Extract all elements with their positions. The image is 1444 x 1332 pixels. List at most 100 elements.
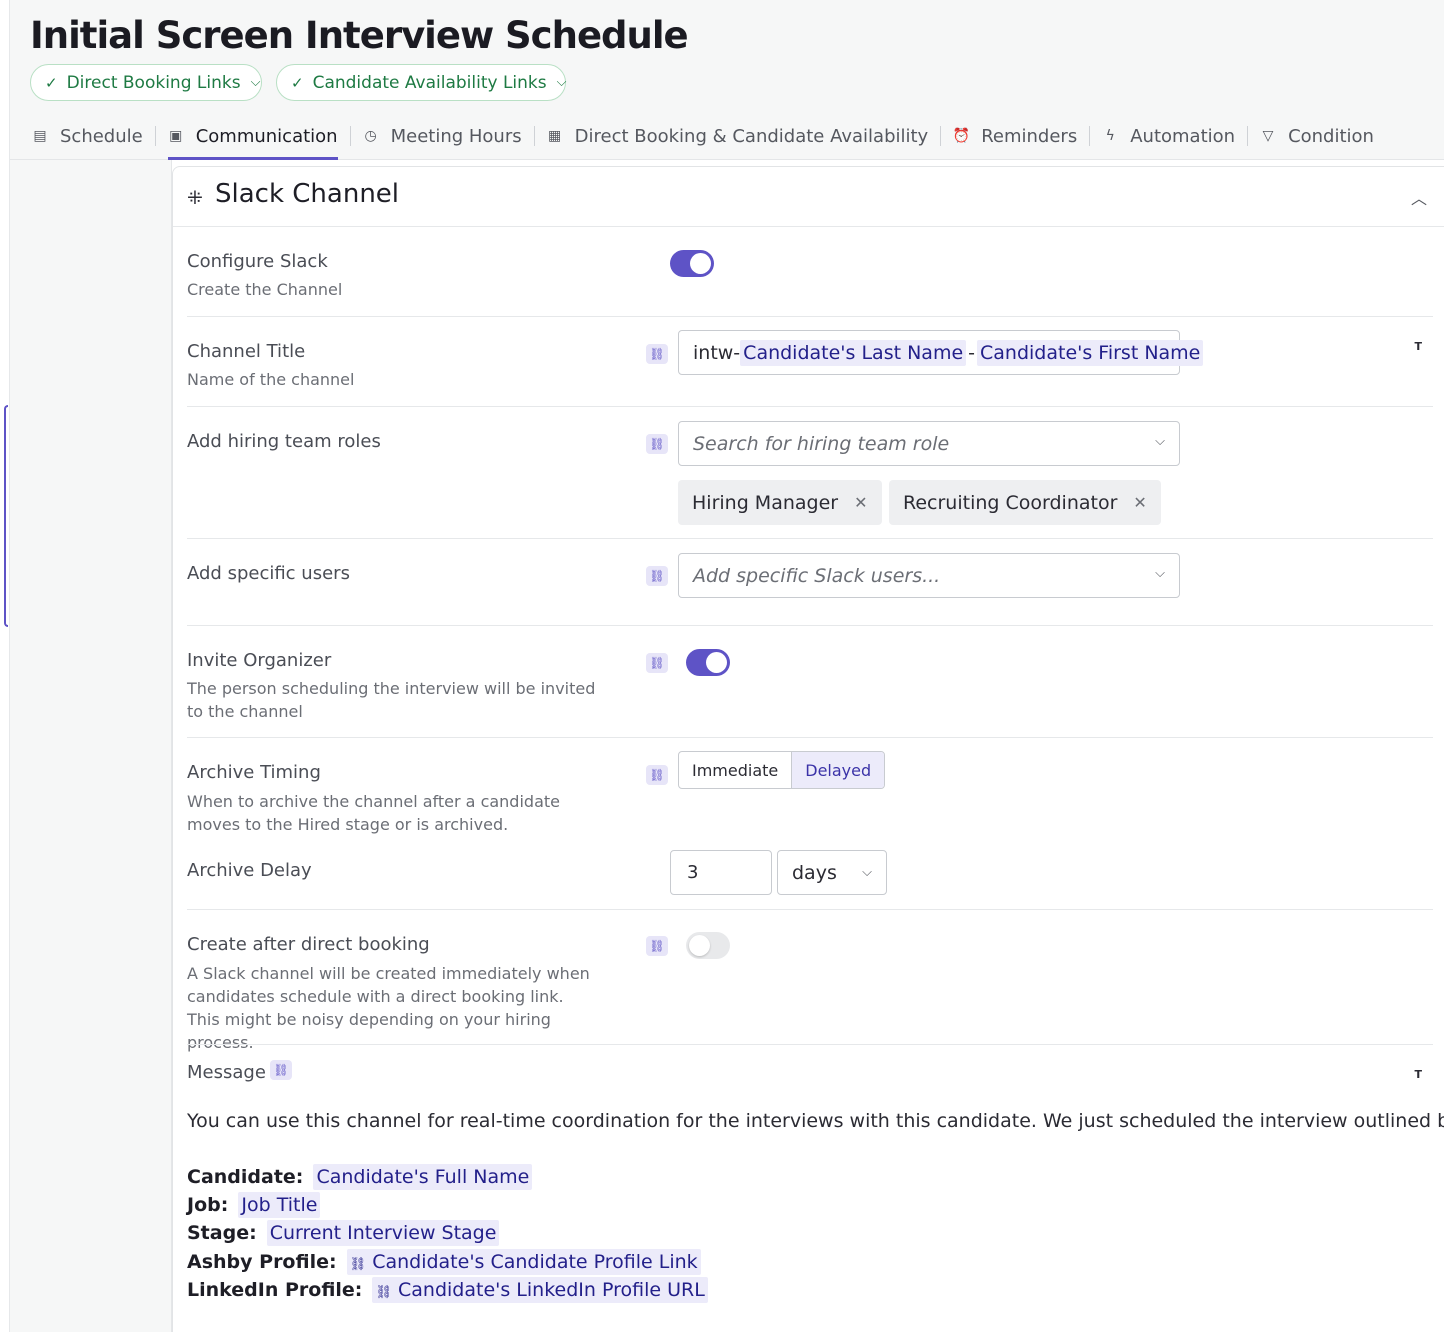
- tab-meeting-hours[interactable]: ◷ Meeting Hours: [351, 112, 534, 160]
- role-chip: Hiring Manager ✕: [678, 480, 882, 525]
- channel-title-description: Name of the channel: [187, 370, 355, 389]
- tab-label: Meeting Hours: [390, 125, 522, 147]
- field-key: LinkedIn Profile:: [187, 1279, 363, 1301]
- message-field-row: LinkedIn Profile: ⛓ Candidate's LinkedIn…: [187, 1277, 708, 1303]
- tab-label: Direct Booking & Candidate Availability: [574, 125, 929, 147]
- archive-delay-input[interactable]: 3: [670, 850, 772, 895]
- channel-title-input[interactable]: intw- Candidate's Last Name - Candidate'…: [678, 330, 1204, 375]
- configure-slack-label: Configure Slack: [187, 251, 328, 272]
- immediate-option[interactable]: Immediate: [679, 752, 791, 788]
- variable-token[interactable]: Candidate's First Name: [977, 339, 1204, 366]
- invite-organizer-description: The person scheduling the interview will…: [187, 679, 596, 721]
- field-key: Job:: [187, 1194, 229, 1216]
- tab-schedule[interactable]: ▤ Schedule: [20, 112, 155, 160]
- create-after-booking-description: A Slack channel will be created immediat…: [187, 964, 590, 1052]
- archive-delay-unit-select[interactable]: days ⌵: [777, 850, 887, 895]
- check-icon: ✓: [45, 73, 58, 92]
- clock-icon: ◷: [364, 128, 377, 144]
- create-after-booking-toggle[interactable]: [686, 932, 730, 959]
- tab-label: Schedule: [60, 125, 143, 147]
- link-icon: ⛓: [349, 1257, 367, 1272]
- field-key: Ashby Profile:: [187, 1251, 337, 1273]
- page-title: Initial Screen Interview Schedule: [30, 14, 689, 57]
- tab-label: Condition: [1288, 125, 1374, 147]
- side-column: [10, 160, 172, 1332]
- specific-users-placeholder: Add specific Slack users...: [693, 564, 941, 587]
- title-prefix: intw-: [693, 341, 741, 364]
- link-icon[interactable]: ⛓: [646, 653, 668, 673]
- link-icon[interactable]: ⛓: [646, 566, 668, 586]
- archive-timing-segmented: Immediate Delayed: [678, 751, 886, 789]
- tab-label: Reminders: [981, 125, 1078, 147]
- candidate-availability-links-pill[interactable]: ✓ Candidate Availability Links ⌵: [276, 64, 567, 101]
- link-icon[interactable]: ⛓: [646, 765, 668, 785]
- tab-reminders[interactable]: ⏰ Reminders: [941, 112, 1089, 160]
- message-body[interactable]: You can use this channel for real-time c…: [187, 1110, 1444, 1132]
- channel-title-label: Channel Title: [187, 341, 306, 362]
- title-separator: -: [968, 341, 975, 364]
- page-header: Initial Screen Interview Schedule ✓ Dire…: [10, 0, 1444, 160]
- slack-channel-card: ⁜ Slack Channel ︿ Configure Slack Create…: [172, 166, 1444, 1332]
- specific-users-select[interactable]: Add specific Slack users... ⌵: [678, 553, 1180, 598]
- variable-token[interactable]: Job Title: [238, 1192, 321, 1218]
- close-icon[interactable]: ✕: [1133, 493, 1146, 512]
- check-icon: ✓: [291, 73, 304, 92]
- delayed-option[interactable]: Delayed: [791, 752, 885, 788]
- link-token[interactable]: ⛓ Candidate's LinkedIn Profile URL: [372, 1277, 708, 1303]
- rail-marker: [4, 405, 8, 627]
- variable-token[interactable]: Current Interview Stage: [266, 1220, 500, 1246]
- link-icon[interactable]: ⛓: [646, 344, 668, 364]
- hiring-roles-placeholder: Search for hiring team role: [693, 432, 950, 455]
- divider: [187, 406, 1433, 407]
- link-icon[interactable]: ⛓: [646, 434, 668, 454]
- direct-booking-links-pill[interactable]: ✓ Direct Booking Links ⌵: [30, 64, 262, 101]
- chevron-down-icon: ⌵: [1155, 434, 1165, 449]
- pill-label: Direct Booking Links: [66, 72, 241, 93]
- variable-token[interactable]: Candidate's Full Name: [313, 1164, 533, 1190]
- tab-communication[interactable]: ▣ Communication: [156, 112, 350, 160]
- message-field-row: Job: Job Title: [187, 1192, 321, 1218]
- text-format-icon[interactable]: T: [1414, 1068, 1422, 1081]
- close-icon[interactable]: ✕: [854, 493, 867, 512]
- link-icon[interactable]: ⛓: [646, 936, 668, 956]
- card-header[interactable]: ⁜ Slack Channel ︿: [173, 167, 1444, 227]
- invite-organizer-toggle[interactable]: [686, 649, 730, 676]
- tab-direct-booking[interactable]: ▦ Direct Booking & Candidate Availabilit…: [535, 112, 941, 160]
- divider: [187, 1044, 1433, 1045]
- chevron-up-icon[interactable]: ︿: [1411, 185, 1427, 209]
- divider: [187, 737, 1433, 738]
- archive-timing-description: When to archive the channel after a cand…: [187, 792, 560, 834]
- divider: [187, 625, 1433, 626]
- tab-label: Automation: [1130, 125, 1236, 147]
- create-after-booking-label: Create after direct booking: [187, 934, 430, 955]
- message-field-row: Stage: Current Interview Stage: [187, 1220, 500, 1246]
- alarm-icon: ⏰: [952, 128, 970, 144]
- calendar-grid-icon: ▦: [548, 128, 562, 144]
- left-rail: [0, 0, 10, 1332]
- tab-automation[interactable]: ϟ Automation: [1090, 112, 1247, 160]
- role-chip: Recruiting Coordinator ✕: [889, 480, 1161, 525]
- tab-label: Communication: [195, 125, 338, 147]
- divider: [187, 316, 1433, 317]
- tab-condition[interactable]: ▽ Condition: [1248, 112, 1386, 160]
- hiring-roles-select[interactable]: Search for hiring team role ⌵: [678, 421, 1180, 466]
- tab-bar: ▤ Schedule ▣ Communication ◷ Meeting Hou…: [20, 112, 1386, 160]
- archive-timing-label: Archive Timing: [187, 762, 321, 783]
- text-format-icon[interactable]: T: [1414, 340, 1422, 353]
- link-token[interactable]: ⛓ Candidate's Candidate Profile Link: [346, 1249, 701, 1275]
- divider: [187, 909, 1433, 910]
- variable-token[interactable]: Candidate's Last Name: [740, 339, 967, 366]
- divider: [187, 538, 1433, 539]
- message-label: Message: [187, 1062, 266, 1083]
- invite-organizer-label: Invite Organizer: [187, 650, 332, 671]
- chevron-down-icon: ⌵: [556, 75, 567, 90]
- link-icon: ⛓: [375, 1285, 392, 1300]
- message-field-row: Ashby Profile: ⛓ Candidate's Candidate P…: [187, 1249, 701, 1275]
- configure-slack-toggle[interactable]: [670, 250, 714, 277]
- chevron-down-icon: ⌵: [862, 865, 872, 880]
- link-icon[interactable]: ⛓: [270, 1060, 292, 1080]
- pill-label: Candidate Availability Links: [312, 72, 547, 93]
- specific-users-label: Add specific users: [187, 563, 350, 584]
- filter-icon: ▽: [1262, 128, 1274, 144]
- chip-label: Recruiting Coordinator: [903, 491, 1118, 514]
